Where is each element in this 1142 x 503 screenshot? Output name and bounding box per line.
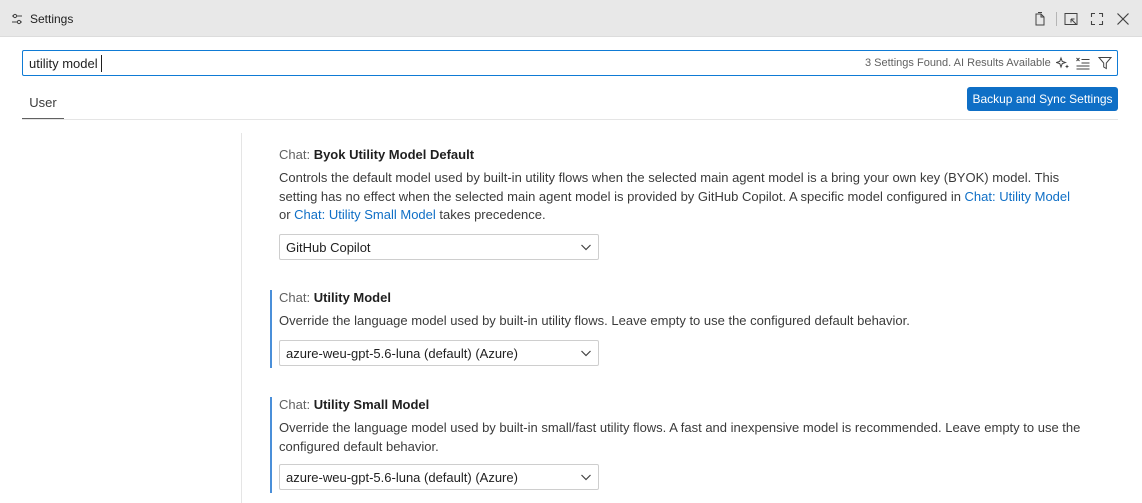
description-text: or (279, 207, 295, 222)
sparkle-icon (1056, 56, 1069, 69)
select-layout-button[interactable] (1061, 9, 1081, 29)
chevron-down-icon (581, 244, 591, 250)
filter-settings-button[interactable] (1096, 54, 1114, 72)
select-value: azure-weu-gpt-5.6-luna (default) (Azure) (286, 345, 518, 361)
setting-category: Chat: (279, 290, 314, 305)
search-result-count: 3 Settings Found. AI Results Available (865, 57, 1051, 69)
utility-small-model-link[interactable]: Chat: Utility Small Model (294, 207, 436, 222)
title-bar: Settings (0, 0, 1142, 37)
setting-title: Chat: Utility Model (279, 290, 1099, 308)
window-title: Settings (30, 12, 74, 26)
setting-name: Utility Model (313, 290, 391, 305)
setting-name: Byok Utility Model Default (313, 147, 475, 162)
setting-category: Chat: (279, 397, 314, 412)
split-editor-icon (1064, 13, 1078, 25)
tab-user-label: User (29, 95, 57, 110)
setting-title: Chat: Byok Utility Model Default (279, 147, 1099, 165)
maximize-button[interactable] (1087, 9, 1107, 29)
select-value: GitHub Copilot (286, 239, 371, 255)
setting-byok-utility-model-default: Chat: Byok Utility Model Default Control… (279, 147, 1099, 260)
clear-filter-icon (1076, 57, 1090, 70)
modified-indicator (270, 290, 272, 368)
select-value: azure-weu-gpt-5.6-luna (default) (Azure) (286, 470, 518, 485)
utility-model-link[interactable]: Chat: Utility Model (965, 189, 1070, 204)
description-text: Controls the default model used by built… (279, 170, 1060, 204)
chevron-down-icon (581, 350, 591, 356)
setting-utility-model: Chat: Utility Model Override the languag… (270, 290, 1099, 368)
toc-divider (241, 133, 242, 503)
chevron-down-icon (581, 474, 591, 481)
setting-title: Chat: Utility Small Model (279, 397, 1099, 415)
filter-icon (1098, 57, 1112, 70)
setting-category: Chat: (279, 147, 314, 162)
byok-model-select[interactable]: GitHub Copilot (279, 233, 599, 260)
close-icon (1117, 13, 1129, 25)
setting-name: Utility Small Model (313, 397, 430, 412)
close-button[interactable] (1113, 9, 1133, 29)
modified-indicator (270, 397, 272, 493)
clear-search-button[interactable] (1074, 54, 1092, 72)
setting-description: Override the language model used by buil… (279, 313, 910, 328)
ai-results-button[interactable] (1054, 54, 1072, 72)
titlebar-divider (1056, 12, 1057, 26)
maximize-icon (1090, 12, 1104, 26)
text-cursor (101, 55, 102, 72)
search-query-text: utility model (29, 56, 98, 71)
backup-and-sync-button[interactable]: Backup and Sync Settings (967, 87, 1118, 111)
setting-utility-small-model: Chat: Utility Small Model Override the l… (270, 397, 1099, 493)
utility-model-select[interactable]: azure-weu-gpt-5.6-luna (default) (Azure) (279, 339, 599, 366)
setting-description: Override the language model used by buil… (279, 420, 1081, 454)
setting-description: Controls the default model used by built… (279, 169, 1084, 225)
settings-sliders-icon (12, 13, 22, 25)
open-settings-json-button[interactable] (1030, 9, 1050, 29)
utility-small-model-select[interactable]: azure-weu-gpt-5.6-luna (default) (Azure) (279, 464, 599, 490)
open-file-icon (1035, 12, 1045, 26)
tab-user[interactable]: User (22, 93, 64, 119)
settings-search-input[interactable]: utility model 3 Settings Found. AI Resul… (22, 50, 1118, 76)
description-text: takes precedence. (435, 207, 546, 222)
tabs-divider (22, 119, 1118, 120)
